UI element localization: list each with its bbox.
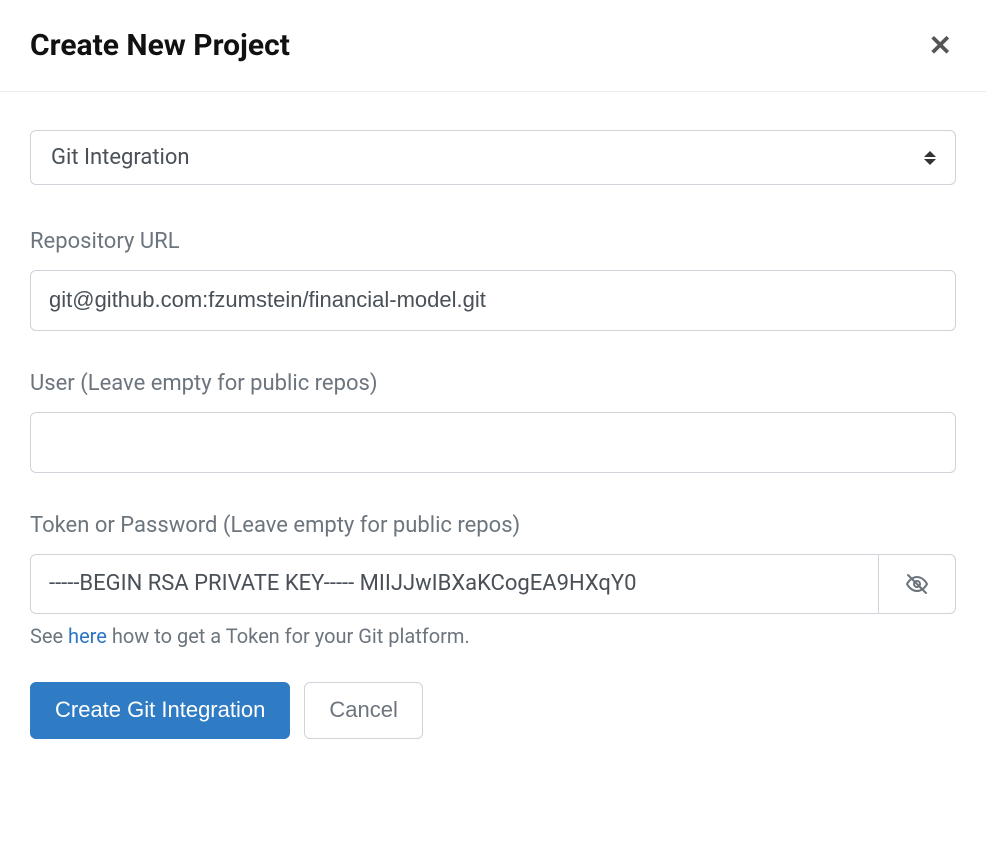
repo-url-label: Repository URL [30, 229, 956, 254]
repo-url-group: Repository URL [30, 229, 956, 331]
integration-type-select-wrapper: Git Integration [30, 130, 956, 185]
close-button[interactable]: ✕ [925, 32, 956, 60]
token-input[interactable] [30, 554, 879, 615]
integration-type-select[interactable]: Git Integration [30, 130, 956, 185]
cancel-button[interactable]: Cancel [304, 682, 422, 738]
token-help-link[interactable]: here [68, 624, 107, 648]
user-label: User (Leave empty for public repos) [30, 371, 956, 396]
eye-slash-icon [905, 572, 929, 596]
help-suffix: how to get a Token for your Git platform… [107, 624, 470, 648]
close-icon: ✕ [929, 30, 952, 61]
button-row: Create Git Integration Cancel [30, 682, 956, 738]
modal-header: Create New Project ✕ [0, 0, 986, 92]
token-help-text: See here how to get a Token for your Git… [30, 624, 956, 648]
modal-body: Git Integration Repository URL User (Lea… [0, 92, 986, 769]
repo-url-input[interactable] [30, 270, 956, 331]
modal-title: Create New Project [30, 28, 290, 63]
create-git-integration-button[interactable]: Create Git Integration [30, 682, 290, 738]
help-prefix: See [30, 624, 68, 648]
toggle-password-visibility-button[interactable] [879, 554, 956, 615]
token-input-group [30, 554, 956, 615]
token-label: Token or Password (Leave empty for publi… [30, 513, 956, 538]
token-group: Token or Password (Leave empty for publi… [30, 513, 956, 649]
user-group: User (Leave empty for public repos) [30, 371, 956, 473]
user-input[interactable] [30, 412, 956, 473]
